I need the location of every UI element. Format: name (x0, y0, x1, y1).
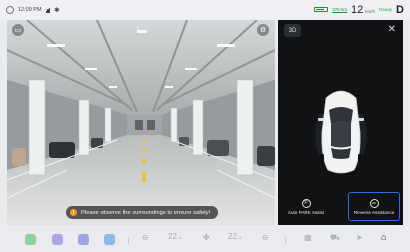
settings-icon[interactable]: ⚙ (257, 24, 269, 36)
warning-text: Please observe the surroundings to ensur… (81, 209, 211, 216)
gear-indicator: D (396, 3, 404, 16)
status-bar: 12:09 PM ✱ 376 km 12 km/h Ready D (0, 0, 410, 19)
fan-button[interactable]: ✤ (203, 233, 210, 242)
drive-mode: Ready (379, 7, 393, 12)
view-3d-toggle[interactable]: 3D (284, 24, 301, 37)
home-icon: ⌂ (381, 232, 387, 242)
right-temp-value: 22. (228, 232, 240, 241)
apps-grid-button[interactable]: ▦ (304, 233, 312, 242)
battery-level-fill (315, 8, 324, 11)
seat-heat-right-button[interactable]: ⊖ (262, 233, 269, 242)
right-temp[interactable]: 22.5 (228, 232, 241, 241)
avatar-icon[interactable] (6, 5, 14, 14)
navigation-arrow-icon: ➤ (356, 233, 363, 242)
green-app-icon (25, 234, 36, 245)
home-button[interactable]: ⌂ (381, 232, 386, 242)
reverse-assistance-button[interactable]: ⌓ Reverse Assistance (348, 192, 400, 221)
blue-app-icon (104, 234, 115, 245)
purple-app-icon (52, 234, 63, 245)
parking-garage-scene (7, 20, 275, 225)
dock-divider (285, 237, 286, 244)
auto-park-assist-button[interactable]: P Auto PARK Assist (282, 192, 330, 221)
rear-camera-view: ▭ ⌂ ⚙ ! Please observe the surroundings … (7, 20, 275, 225)
camera-switch-icon[interactable]: ▭ (12, 24, 24, 36)
seat-heat-left-button[interactable]: ⊖ (142, 233, 149, 242)
car-icon: ⛟ (330, 233, 341, 242)
status-left: 12:09 PM ✱ (6, 5, 60, 14)
signal-icon (45, 7, 51, 13)
clock: 12:09 PM (18, 6, 42, 13)
vehicle-button[interactable]: ⛟ (330, 233, 340, 243)
seat-icon: ⊖ (262, 233, 269, 242)
speed-unit: km/h (365, 8, 376, 14)
car-front-icon[interactable]: ⌂ (135, 26, 139, 32)
dock-app-3[interactable] (78, 234, 89, 245)
range-readout: 376 km (332, 7, 348, 12)
fan-icon: ✤ (203, 233, 210, 242)
left-temp-decimal: 5 (179, 235, 182, 240)
dock-app-1[interactable] (25, 234, 36, 245)
indigo-app-icon (78, 234, 89, 245)
left-temp[interactable]: 22.5 (168, 232, 181, 241)
dock-app-2[interactable] (52, 234, 63, 245)
reverse-car-icon: ⌓ (369, 198, 379, 208)
status-right: 376 km 12 km/h Ready D (314, 4, 404, 16)
seat-heat-icon: ⊖ (142, 233, 149, 242)
right-temp-decimal: 5 (239, 235, 242, 240)
close-icon[interactable]: ✕ (388, 25, 396, 35)
navigation-button[interactable]: ➤ (356, 233, 363, 242)
warning-icon: ! (70, 209, 77, 216)
safety-warning: ! Please observe the surroundings to ens… (66, 206, 219, 219)
auto-park-icon: P (301, 198, 311, 208)
dock-divider (128, 237, 129, 244)
auto-park-label: Auto PARK Assist (287, 209, 325, 215)
dock-app-4[interactable] (104, 234, 115, 245)
battery-icon (314, 7, 329, 12)
bluetooth-icon: ✱ (54, 6, 60, 14)
reverse-assistance-label: Reverse Assistance (353, 209, 395, 215)
view-3d-panel: 3D ✕ P Auto PARK Assist ⌓ Reverse Assist… (278, 20, 403, 225)
bottom-dock: ⊖ 22.5 ✤ 22.5 ⊖ ▦ ⛟ ➤ ⌂ (0, 228, 410, 252)
car-model-icon (315, 90, 367, 174)
grid-icon: ▦ (304, 233, 312, 242)
speed-readout: 12 (351, 3, 364, 16)
left-temp-value: 22. (168, 232, 180, 241)
